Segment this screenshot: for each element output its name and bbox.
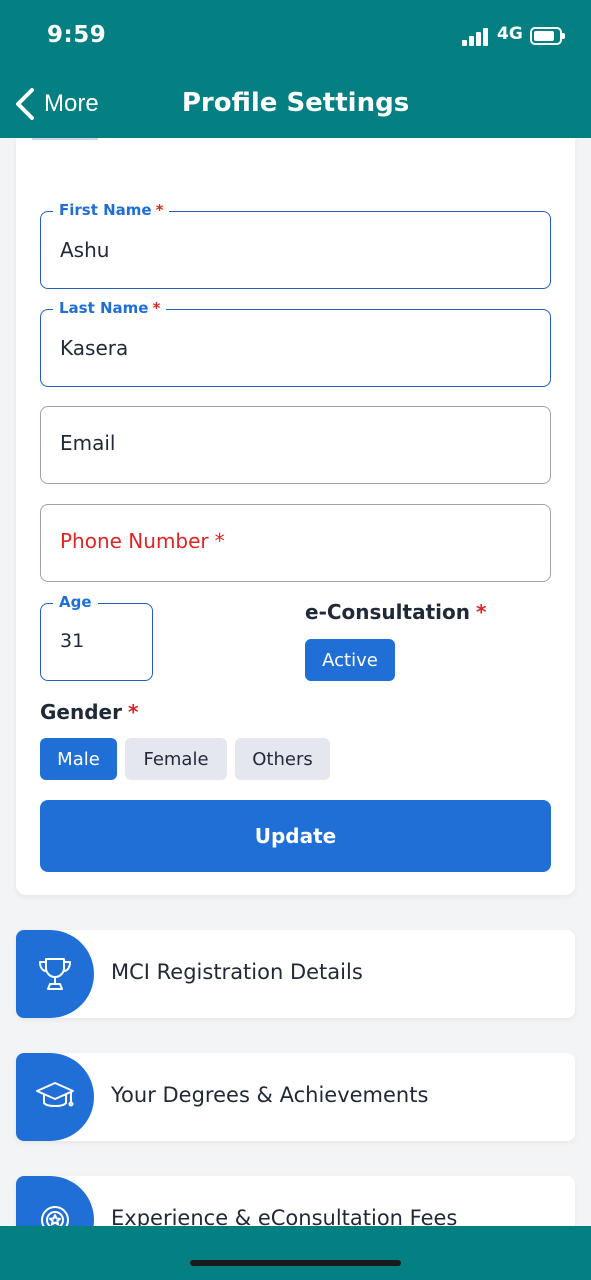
network-type: 4G — [497, 24, 523, 44]
email-placeholder: Email — [60, 431, 116, 455]
bottom-bar — [0, 1226, 591, 1280]
phone-number-placeholder: Phone Number * — [60, 529, 225, 553]
econsultation-active-toggle[interactable]: Active — [305, 639, 395, 681]
age-label: Age — [53, 593, 98, 611]
section-badge — [16, 1053, 94, 1141]
gender-option-female[interactable]: Female — [125, 738, 227, 780]
last-name-label: Last Name * — [53, 299, 167, 317]
first-name-field[interactable]: First Name * Ashu — [40, 201, 551, 289]
trophy-icon — [39, 958, 71, 990]
phone-number-field[interactable]: Phone Number * — [40, 504, 551, 582]
status-bar: 9:59 4G — [0, 0, 591, 72]
first-name-label: First Name * — [53, 201, 170, 219]
econsultation-label: e-Consultation * — [305, 600, 487, 624]
tab-indicator — [32, 138, 98, 140]
first-name-value: Ashu — [60, 238, 110, 262]
update-button[interactable]: Update — [40, 800, 551, 872]
section-label: MCI Registration Details — [111, 960, 363, 984]
section-label: Your Degrees & Achievements — [111, 1083, 429, 1107]
signal-icon — [462, 26, 492, 46]
navigation-bar: More Profile Settings — [0, 72, 591, 138]
age-value: 31 — [60, 630, 85, 652]
home-indicator[interactable] — [190, 1260, 401, 1266]
section-mci-registration[interactable]: MCI Registration Details — [16, 930, 575, 1018]
last-name-value: Kasera — [60, 336, 129, 360]
section-badge — [16, 930, 94, 1018]
status-time: 9:59 — [47, 22, 107, 48]
gender-label: Gender * — [40, 700, 139, 724]
page-title: Profile Settings — [181, 88, 410, 118]
profile-form-card: First Name * Ashu Last Name * Kasera Email… — [16, 138, 575, 895]
gender-option-others[interactable]: Others — [235, 738, 330, 780]
gender-option-male[interactable]: Male — [40, 738, 117, 780]
age-field[interactable]: Age 31 — [40, 593, 153, 681]
graduation-cap-icon — [36, 1082, 74, 1107]
email-field[interactable]: Email — [40, 406, 551, 484]
last-name-field[interactable]: Last Name * Kasera — [40, 299, 551, 387]
battery-icon — [530, 27, 565, 45]
section-degrees-achievements[interactable]: Your Degrees & Achievements — [16, 1053, 575, 1141]
